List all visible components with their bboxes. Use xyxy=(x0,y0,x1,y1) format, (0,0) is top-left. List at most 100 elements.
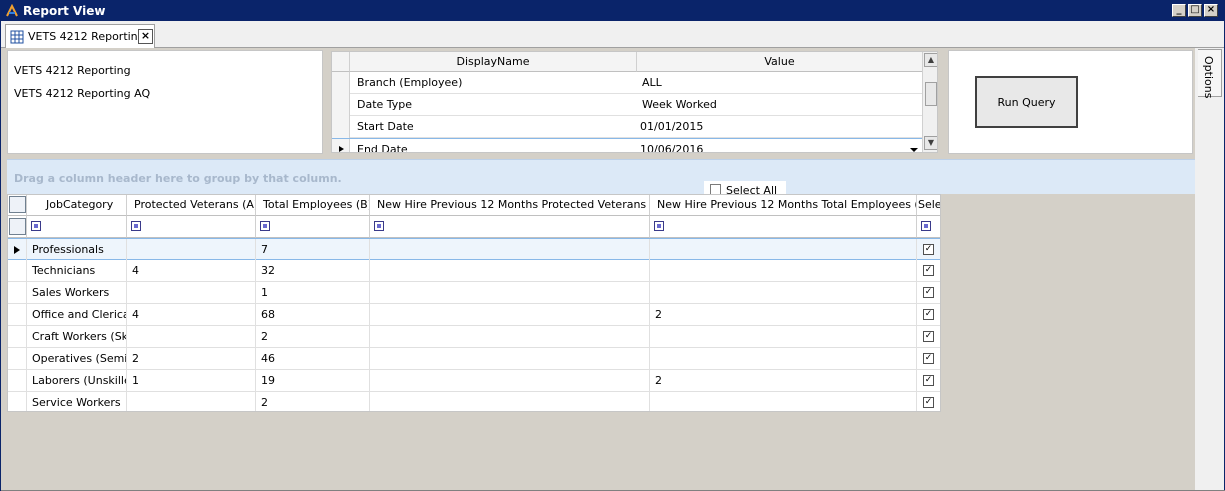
maximize-button[interactable]: □ xyxy=(1188,4,1202,17)
cell-new-hire-protected-veterans[interactable] xyxy=(370,282,650,304)
cell-new-hire-total-employees[interactable] xyxy=(650,392,917,411)
cell-total-employees[interactable]: 46 xyxy=(256,348,370,370)
title-bar[interactable]: Report View _ □ × xyxy=(1,1,1224,21)
cell-select[interactable]: ✓ xyxy=(917,304,940,326)
cell-jobcategory[interactable]: Technicians xyxy=(27,260,127,282)
filter-cell[interactable] xyxy=(370,216,650,238)
column-header-new-hire-protected-veterans[interactable]: New Hire Previous 12 Months Protected Ve… xyxy=(370,195,650,216)
close-window-button[interactable]: × xyxy=(1204,4,1218,17)
filter-cell[interactable] xyxy=(917,216,940,238)
table-row[interactable]: Technicians 4 32 ✓ xyxy=(8,260,940,282)
params-row[interactable]: Start Date 01/01/2015 xyxy=(332,116,922,138)
cell-protected-veterans[interactable]: 4 xyxy=(127,304,256,326)
filter-icon[interactable] xyxy=(654,221,664,231)
cell-new-hire-total-employees[interactable] xyxy=(650,282,917,304)
row-selector[interactable] xyxy=(332,72,350,94)
cell-jobcategory[interactable]: Craft Workers (Ski xyxy=(27,326,127,348)
cell-jobcategory[interactable]: Office and Clerical xyxy=(27,304,127,326)
param-value[interactable]: 10/06/2016 xyxy=(640,143,703,152)
cell-new-hire-total-employees[interactable] xyxy=(650,326,917,348)
cell-new-hire-protected-veterans[interactable] xyxy=(370,304,650,326)
param-value[interactable]: 01/01/2015 xyxy=(640,120,703,133)
params-header-value[interactable]: Value xyxy=(637,52,923,72)
cell-protected-veterans[interactable]: 1 xyxy=(127,370,256,392)
filter-cell[interactable] xyxy=(27,216,127,238)
cell-new-hire-protected-veterans[interactable] xyxy=(370,348,650,370)
cell-protected-veterans[interactable] xyxy=(127,392,256,411)
cell-total-employees[interactable]: 68 xyxy=(256,304,370,326)
tab-close-button[interactable]: × xyxy=(138,29,153,44)
report-item[interactable]: VETS 4212 Reporting AQ xyxy=(14,87,150,100)
cell-select[interactable]: ✓ xyxy=(917,260,940,282)
cell-jobcategory[interactable]: Operatives (Semi- xyxy=(27,348,127,370)
row-selector[interactable] xyxy=(332,94,350,116)
report-item[interactable]: VETS 4212 Reporting xyxy=(14,64,131,77)
filter-icon[interactable] xyxy=(131,221,141,231)
cell-select[interactable]: ✓ xyxy=(917,282,940,304)
filter-cell[interactable] xyxy=(256,216,370,238)
filter-cell[interactable] xyxy=(650,216,917,238)
row-indicator[interactable] xyxy=(8,260,27,282)
params-header-displayname[interactable]: DisplayName xyxy=(350,52,637,72)
filter-icon[interactable] xyxy=(921,221,931,231)
cell-select[interactable]: ✓ xyxy=(917,392,940,411)
params-row[interactable]: Date Type Week Worked xyxy=(332,94,922,116)
cell-select[interactable]: ✓ xyxy=(917,239,940,261)
table-row[interactable]: Craft Workers (Ski 2 ✓ xyxy=(8,326,940,348)
row-indicator[interactable] xyxy=(8,239,27,261)
checked-checkbox-icon[interactable]: ✓ xyxy=(923,244,934,255)
cell-new-hire-protected-veterans[interactable] xyxy=(370,239,650,261)
clear-filter-icon[interactable] xyxy=(9,218,26,235)
checked-checkbox-icon[interactable]: ✓ xyxy=(923,287,934,298)
scroll-thumb[interactable] xyxy=(925,82,937,106)
cell-jobcategory[interactable]: Sales Workers xyxy=(27,282,127,304)
options-tab[interactable]: Options xyxy=(1198,49,1222,98)
table-row[interactable]: Operatives (Semi- 2 46 ✓ xyxy=(8,348,940,370)
params-row[interactable]: Branch (Employee) ALL xyxy=(332,72,922,94)
cell-new-hire-protected-veterans[interactable] xyxy=(370,326,650,348)
cell-new-hire-protected-veterans[interactable] xyxy=(370,370,650,392)
cell-select[interactable]: ✓ xyxy=(917,348,940,370)
checked-checkbox-icon[interactable]: ✓ xyxy=(923,353,934,364)
cell-total-employees[interactable]: 7 xyxy=(256,239,370,261)
cell-protected-veterans[interactable] xyxy=(127,282,256,304)
group-by-panel[interactable]: Drag a column header here to group by th… xyxy=(7,159,1195,199)
scroll-up-icon[interactable]: ▲ xyxy=(924,53,937,67)
run-query-button[interactable]: Run Query xyxy=(975,76,1078,128)
cell-total-employees[interactable]: 1 xyxy=(256,282,370,304)
dropdown-arrow-icon[interactable] xyxy=(910,148,918,152)
cell-total-employees[interactable]: 19 xyxy=(256,370,370,392)
scroll-down-icon[interactable]: ▼ xyxy=(924,136,937,150)
row-indicator[interactable] xyxy=(8,282,27,304)
cell-total-employees[interactable]: 32 xyxy=(256,260,370,282)
column-header-select[interactable]: Sele xyxy=(917,195,940,216)
checked-checkbox-icon[interactable]: ✓ xyxy=(923,331,934,342)
table-row[interactable]: Laborers (Unskille 1 19 2 ✓ xyxy=(8,370,940,392)
column-header-new-hire-total-employees[interactable]: New Hire Previous 12 Months Total Employ… xyxy=(650,195,917,216)
table-row[interactable]: Sales Workers 1 ✓ xyxy=(8,282,940,304)
column-chooser-icon[interactable] xyxy=(9,196,26,213)
table-row[interactable]: Service Workers 2 ✓ xyxy=(8,392,940,411)
param-value[interactable]: ALL xyxy=(642,76,662,89)
table-row[interactable]: Professionals 7 ✓ xyxy=(8,238,940,261)
minimize-button[interactable]: _ xyxy=(1172,4,1186,17)
checked-checkbox-icon[interactable]: ✓ xyxy=(923,309,934,320)
checked-checkbox-icon[interactable]: ✓ xyxy=(923,375,934,386)
params-scrollbar[interactable]: ▲ ▼ xyxy=(922,52,937,152)
cell-new-hire-total-employees[interactable] xyxy=(650,239,917,261)
param-value[interactable]: Week Worked xyxy=(642,98,717,111)
row-indicator[interactable] xyxy=(8,370,27,392)
row-indicator[interactable] xyxy=(8,348,27,370)
checked-checkbox-icon[interactable]: ✓ xyxy=(923,397,934,408)
cell-new-hire-total-employees[interactable]: 2 xyxy=(650,370,917,392)
cell-jobcategory[interactable]: Laborers (Unskille xyxy=(27,370,127,392)
cell-new-hire-total-employees[interactable] xyxy=(650,348,917,370)
cell-select[interactable]: ✓ xyxy=(917,370,940,392)
column-header-total-employees[interactable]: Total Employees (B) xyxy=(256,195,370,216)
cell-new-hire-protected-veterans[interactable] xyxy=(370,392,650,411)
row-indicator[interactable] xyxy=(8,392,27,411)
cell-new-hire-total-employees[interactable]: 2 xyxy=(650,304,917,326)
cell-jobcategory[interactable]: Service Workers xyxy=(27,392,127,411)
cell-jobcategory[interactable]: Professionals xyxy=(27,239,127,261)
tab-vets-4212-reporting[interactable]: VETS 4212 Reporting × xyxy=(5,24,155,48)
